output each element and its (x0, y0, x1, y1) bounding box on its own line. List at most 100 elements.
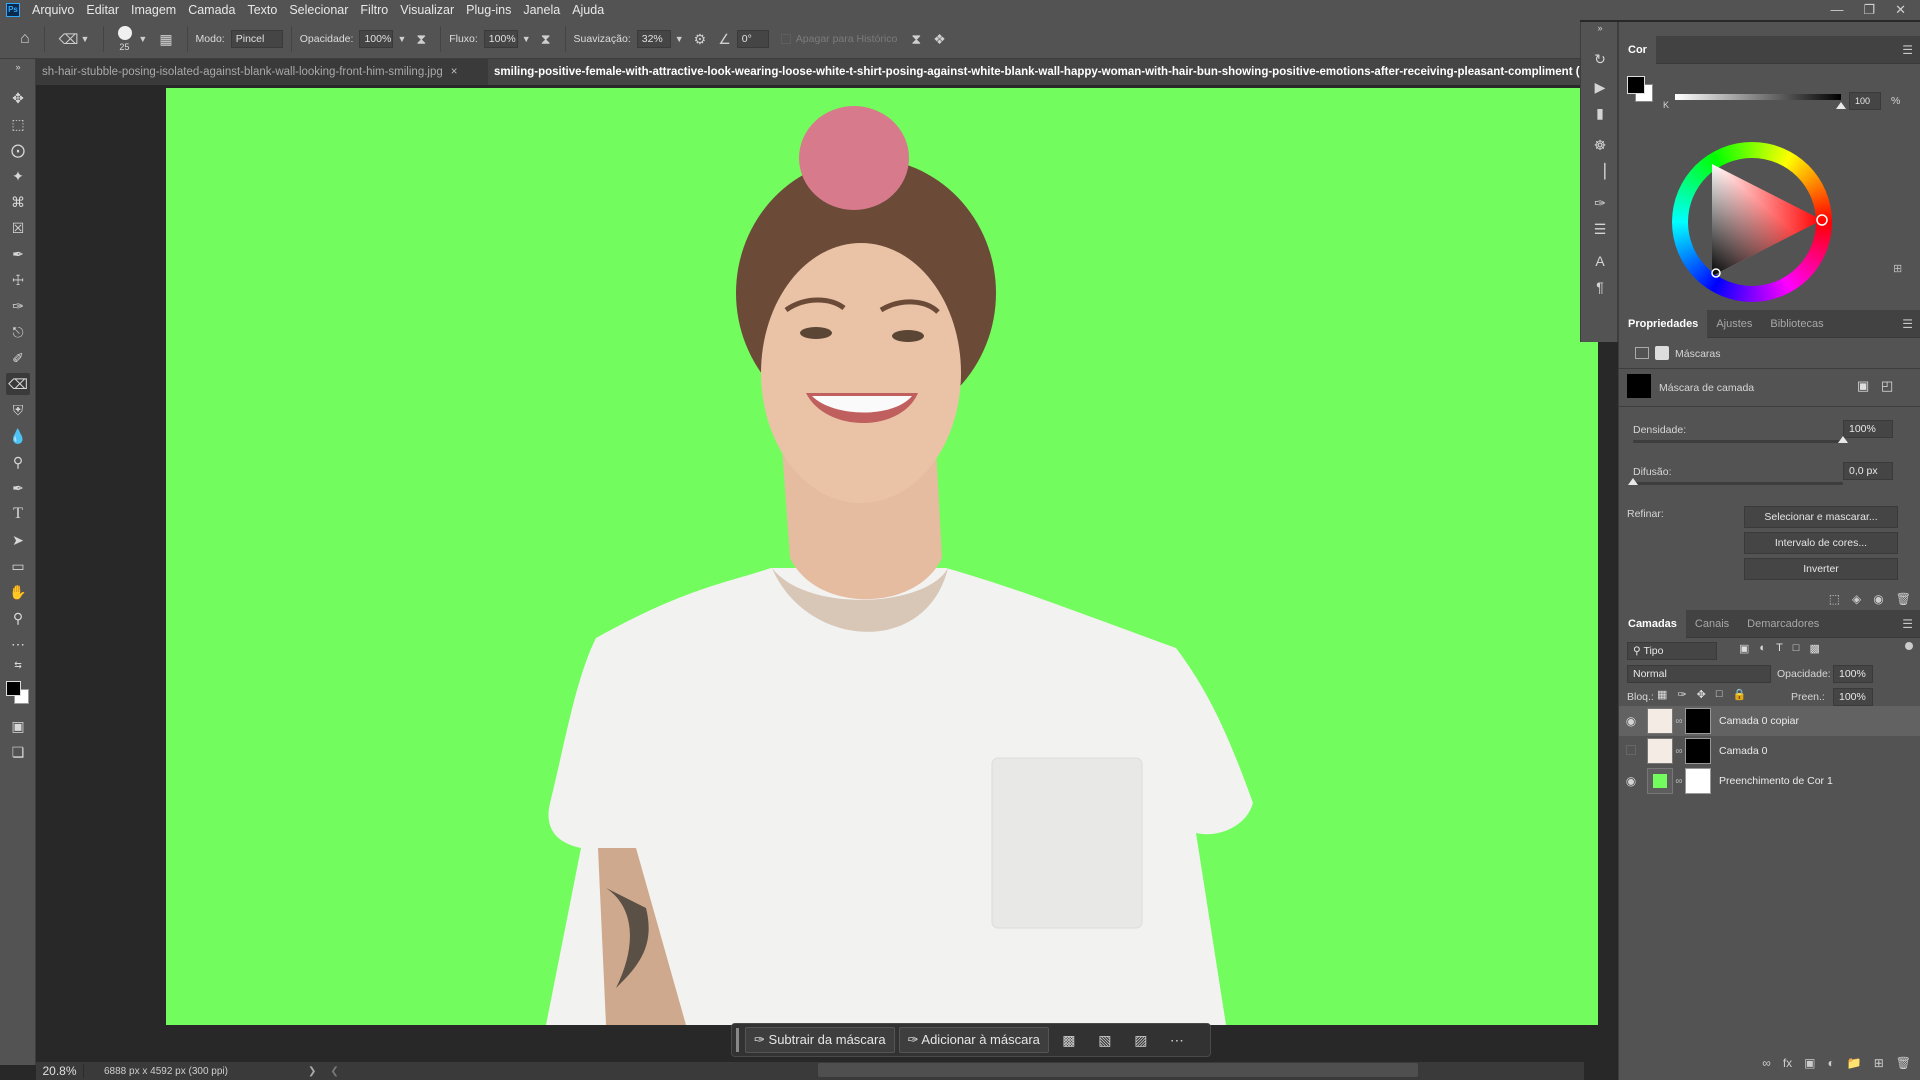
pixel-layer-filter-icon[interactable]: ▣ (1739, 642, 1749, 655)
history-brush-tool-icon[interactable]: ✐ (6, 347, 30, 369)
layer-row[interactable]: ∞ Camada 0 (1619, 736, 1920, 766)
panel-menu-icon[interactable]: ☰ (1902, 43, 1913, 57)
eye-icon[interactable]: ◉ (1619, 714, 1643, 728)
lock-artboard-icon[interactable]: □ (1716, 688, 1723, 701)
eyedropper-tool-icon[interactable]: ✒ (6, 243, 30, 265)
scroll-left-icon[interactable]: ❮ (330, 1066, 338, 1077)
navigator-panel-icon[interactable]: ☸ (1588, 134, 1612, 156)
menu-ajuda[interactable]: Ajuda (566, 0, 610, 20)
mode-select[interactable]: Pincel (230, 30, 283, 48)
zoom-tool-icon[interactable]: ⚲ (6, 607, 30, 629)
collapse-panels-icon[interactable]: » (1588, 22, 1612, 34)
menu-plugins[interactable]: Plug-ins (460, 0, 517, 20)
history-panel-icon[interactable]: ↻ (1588, 48, 1612, 70)
adjustment-layer-filter-icon[interactable]: ◐ (1759, 642, 1766, 655)
k-channel-thumb[interactable] (1836, 102, 1846, 109)
tab-color[interactable]: Cor (1619, 35, 1656, 64)
add-to-mask-button[interactable]: ✑ Adicionar à máscara (898, 1027, 1049, 1053)
dodge-tool-icon[interactable]: ⚲ (6, 451, 30, 473)
color-range-button[interactable]: Intervalo de cores... (1744, 532, 1898, 554)
trash-icon[interactable]: 🗑 (1896, 1056, 1911, 1070)
menu-selecionar[interactable]: Selecionar (283, 0, 354, 20)
select-and-mask-button[interactable]: Selecionar e mascarar... (1744, 506, 1898, 528)
expand-toolbar-icon[interactable]: » (6, 61, 30, 73)
link-icon[interactable]: ∞ (1673, 746, 1685, 757)
flow-input[interactable]: 100% (483, 30, 518, 48)
density-slider[interactable] (1633, 440, 1843, 443)
apply-mask-icon[interactable]: ▨ (1125, 1032, 1157, 1049)
comments-panel-icon[interactable]: ▮ (1588, 102, 1612, 124)
erase-history-checkbox[interactable] (780, 34, 791, 44)
airbrush-icon[interactable]: ⧗ (541, 31, 551, 48)
chevron-down-icon[interactable]: ▼ (397, 34, 406, 44)
fx-icon[interactable]: fx (1783, 1056, 1792, 1070)
eye-icon[interactable]: ◉ (1619, 774, 1643, 788)
photoshop-logo-icon[interactable]: Ps (6, 3, 20, 17)
link-icon[interactable]: ∞ (1673, 776, 1685, 787)
lasso-tool-icon[interactable]: ⨀ (6, 139, 30, 161)
feather-input[interactable]: 0,0 px (1843, 462, 1893, 480)
link-layers-icon[interactable]: ∞ (1762, 1056, 1771, 1070)
link-icon[interactable]: ∞ (1673, 716, 1685, 727)
symmetry-icon[interactable]: ❖ (933, 31, 946, 48)
apply-mask-icon[interactable]: ◈ (1852, 592, 1861, 606)
subtract-from-mask-button[interactable]: ✑ Subtrair da máscara (745, 1027, 895, 1053)
layer-row[interactable]: ◉ ∞ Camada 0 copiar (1619, 706, 1920, 736)
pen-tool-icon[interactable]: ✒ (6, 477, 30, 499)
disable-mask-icon[interactable]: ▧ (1089, 1032, 1121, 1049)
menu-editar[interactable]: Editar (80, 0, 125, 20)
quick-mask-icon[interactable]: ▣ (6, 715, 30, 737)
more-options-icon[interactable]: ⋯ (1161, 1032, 1193, 1049)
pressure-opacity-icon[interactable]: ⧗ (416, 31, 426, 48)
document-canvas[interactable] (166, 88, 1598, 1025)
lock-position-icon[interactable]: ✥ (1697, 688, 1706, 701)
color-triangle[interactable] (1672, 142, 1832, 302)
chevron-down-icon[interactable]: ▼ (675, 34, 684, 44)
layer-opacity-input[interactable]: 100% (1833, 665, 1873, 683)
brush-size-picker[interactable]: 25 (112, 24, 138, 54)
feather-slider[interactable] (1633, 482, 1843, 485)
histogram-panel-icon[interactable]: ▕ (1588, 160, 1612, 182)
more-tools-icon[interactable]: ⋯ (6, 633, 30, 655)
blur-tool-icon[interactable]: 💧 (6, 425, 30, 447)
filter-toggle-icon[interactable] (1905, 642, 1913, 650)
close-icon[interactable]: × (451, 66, 458, 78)
drag-handle[interactable] (736, 1028, 739, 1052)
menu-texto[interactable]: Texto (241, 0, 283, 20)
eye-icon[interactable]: ◉ (1873, 592, 1883, 606)
new-group-icon[interactable]: 📁 (1847, 1056, 1862, 1070)
tab-paths[interactable]: Demarcadores (1738, 610, 1828, 638)
tab-layers[interactable]: Camadas (1619, 609, 1686, 638)
feather-slider-thumb[interactable] (1628, 478, 1638, 485)
close-icon[interactable]: ✕ (1895, 2, 1906, 18)
gear-icon[interactable]: ⚙ (694, 31, 707, 48)
smart-object-filter-icon[interactable]: ▩ (1809, 642, 1819, 655)
mask-options-icon[interactable]: ▩ (1053, 1032, 1085, 1049)
swap-colors-icon[interactable]: ⇆ (6, 659, 30, 671)
brush-settings-panel-icon[interactable]: ☰ (1588, 218, 1612, 240)
menu-filtro[interactable]: Filtro (354, 0, 394, 20)
type-tool-icon[interactable]: T (6, 503, 30, 525)
expand-icon[interactable]: ⊞ (1893, 262, 1902, 275)
vector-mask-icon[interactable] (1655, 346, 1669, 360)
brush-settings-icon[interactable]: ▦ (159, 31, 172, 48)
panel-menu-icon[interactable]: ☰ (1902, 617, 1913, 631)
restore-icon[interactable]: ❐ (1863, 2, 1875, 18)
screen-mode-icon[interactable]: ❏ (6, 741, 30, 763)
eraser-tool-icon[interactable]: ⌫ (6, 373, 30, 395)
fill-input[interactable]: 100% (1833, 688, 1873, 706)
type-layer-filter-icon[interactable]: T (1776, 642, 1783, 655)
brushes-panel-icon[interactable]: ✑ (1588, 192, 1612, 214)
layer-row[interactable]: ◉ ∞ Preenchimento de Cor 1 (1619, 766, 1920, 796)
minimize-icon[interactable]: — (1830, 2, 1843, 18)
tab-document-1[interactable]: sh-hair-stubble-posing-isolated-against-… (36, 59, 486, 85)
layer-mask-thumbnail[interactable] (1685, 738, 1711, 764)
shape-layer-filter-icon[interactable]: □ (1793, 642, 1800, 655)
trash-icon[interactable]: 🗑 (1896, 592, 1911, 606)
layer-mask-thumbnail[interactable] (1685, 708, 1711, 734)
smoothing-input[interactable]: 32% (636, 30, 671, 48)
hand-tool-icon[interactable]: ✋ (6, 581, 30, 603)
home-icon[interactable]: ⌂ (20, 30, 30, 48)
healing-brush-tool-icon[interactable]: ☩ (6, 269, 30, 291)
move-tool-icon[interactable]: ✥ (6, 87, 30, 109)
